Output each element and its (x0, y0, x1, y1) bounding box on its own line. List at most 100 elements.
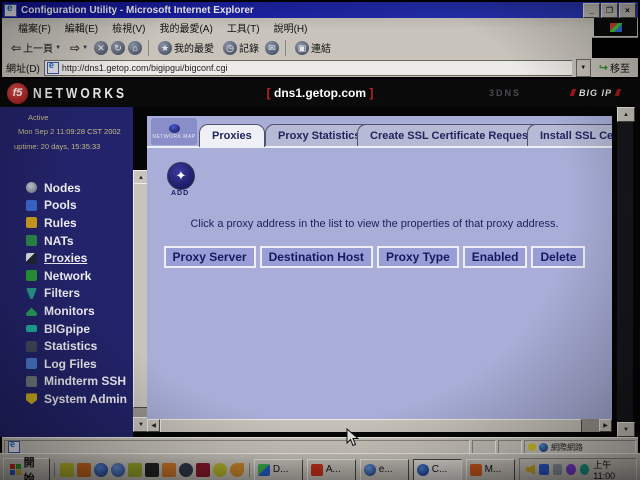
forward-button[interactable]: ⇨ ▼ (67, 40, 91, 56)
forward-dropdown-icon[interactable]: ▼ (82, 45, 88, 51)
home-button[interactable]: ⌂ (128, 41, 142, 55)
links-button[interactable]: ▣ 連結 (292, 39, 334, 56)
back-button[interactable]: ⇦ 上一頁 ▼ (8, 39, 64, 56)
sidebar-item-system-admin[interactable]: System Admin (26, 390, 127, 408)
address-dropdown-icon[interactable]: ▼ (576, 59, 591, 77)
back-dropdown-icon[interactable]: ▼ (55, 45, 61, 51)
tray-app-icon[interactable] (580, 464, 590, 475)
sidebar-scrollbar[interactable]: ▲ ▼ (133, 170, 147, 432)
taskbar-window-button[interactable]: M... (466, 459, 515, 480)
scroll-down-icon[interactable]: ▼ (617, 422, 635, 437)
links-icon: ▣ (295, 41, 309, 55)
sidebar-item-pools[interactable]: Pools (26, 197, 127, 215)
menu-edit[interactable]: 編輯(E) (59, 18, 104, 37)
taskbar-window-button[interactable]: D... (254, 459, 303, 480)
sidebar-item-network[interactable]: Network (26, 267, 127, 285)
quicklaunch-icon[interactable] (230, 463, 244, 477)
menu-tools[interactable]: 工具(T) (221, 18, 266, 37)
toolbar-separator (285, 40, 286, 56)
quicklaunch-icon[interactable] (77, 463, 91, 477)
quicklaunch-icon[interactable] (128, 463, 142, 477)
quicklaunch-icon[interactable] (162, 463, 176, 477)
f5-logo: f5 (7, 83, 28, 104)
bigip-label: BIG IP (571, 88, 620, 98)
horizontal-scrollbar-thumb[interactable] (160, 419, 582, 432)
scroll-up-icon[interactable]: ▲ (617, 107, 635, 122)
menu-view[interactable]: 檢視(V) (106, 18, 151, 37)
sidebar-item-mindterm-ssh[interactable]: Mindterm SSH (26, 373, 127, 391)
menu-help[interactable]: 說明(H) (268, 18, 314, 37)
mindterm-ssh-icon (26, 376, 37, 387)
favorites-button[interactable]: ★ 我的最愛 (155, 39, 217, 56)
task-app-icon (258, 464, 270, 476)
sidebar-item-proxies[interactable]: Proxies (26, 249, 127, 267)
go-button[interactable]: ↪ 移至 (595, 60, 634, 75)
column-header-proxy-server[interactable]: Proxy Server (164, 246, 256, 268)
scroll-left-icon[interactable]: ◀ (147, 419, 160, 432)
sidebar-item-rules[interactable]: Rules (26, 214, 127, 232)
sidebar-item-log-files[interactable]: Log Files (26, 355, 127, 373)
column-header-destination-host[interactable]: Destination Host (260, 246, 373, 268)
taskbar-window-button[interactable]: e... (360, 459, 409, 480)
tab-install-ssl-certificate[interactable]: Install SSL Certif (527, 124, 612, 147)
taskbar-window-button-active[interactable]: C... (413, 459, 462, 480)
toolbar-separator (148, 40, 149, 56)
network-map-button[interactable]: NETWORK MAP (151, 118, 197, 145)
mail-button[interactable]: ✉ (265, 41, 279, 55)
status-state: Active (28, 113, 48, 122)
sidebar-item-statistics[interactable]: Statistics (26, 337, 127, 355)
minimize-button[interactable]: _ (583, 3, 600, 18)
add-button[interactable]: ✦ (167, 162, 195, 190)
column-header-enabled[interactable]: Enabled (463, 246, 528, 268)
ie-document-icon (4, 4, 17, 17)
volume-icon[interactable] (526, 464, 536, 475)
quicklaunch-icon[interactable] (111, 463, 125, 477)
internet-globe-icon (539, 443, 548, 452)
sidebar-item-filters[interactable]: Filters (26, 285, 127, 303)
menu-favorites[interactable]: 我的最愛(A) (153, 18, 218, 37)
sidebar-item-bigpipe[interactable]: BIGpipe (26, 320, 127, 338)
column-header-delete[interactable]: Delete (531, 246, 585, 268)
column-header-proxy-type[interactable]: Proxy Type (377, 246, 459, 268)
address-input[interactable]: http://dns1.getop.com/bigipgui/bigconf.c… (44, 60, 572, 76)
scroll-right-icon[interactable]: ▶ (599, 419, 612, 432)
status-page-icon (8, 441, 20, 453)
taskbar-clock[interactable]: 上午 11:00 (593, 458, 630, 480)
history-button[interactable]: ◷ 記錄 (220, 39, 262, 56)
sidebar: Active Mon Sep 2 11:09:28 CST 2002 uptim… (0, 107, 133, 437)
start-button[interactable]: 開始 (3, 458, 50, 480)
tab-proxies[interactable]: Proxies (199, 124, 265, 147)
status-panel (498, 440, 522, 454)
maximize-button[interactable]: ❐ (601, 3, 618, 18)
menu-bar: 檔案(F) 編輯(E) 檢視(V) 我的最愛(A) 工具(T) 說明(H) (2, 18, 638, 38)
quicklaunch-icon[interactable] (60, 463, 74, 477)
stop-button[interactable]: ✕ (94, 41, 108, 55)
sidebar-item-nats[interactable]: NATs (26, 232, 127, 250)
quicklaunch-icon[interactable] (196, 463, 210, 477)
nodes-icon (26, 182, 37, 193)
tray-message-icon[interactable] (539, 464, 549, 475)
close-button[interactable]: × (619, 3, 636, 18)
bigpipe-icon (26, 325, 37, 332)
window-vertical-scrollbar[interactable]: ▲ ▼ (617, 107, 633, 437)
sidebar-item-monitors[interactable]: Monitors (26, 302, 127, 320)
statistics-icon (26, 341, 37, 352)
status-panel (472, 440, 496, 454)
refresh-button[interactable]: ↻ (111, 41, 125, 55)
system-admin-icon (26, 393, 37, 404)
address-label: 網址(D) (6, 60, 40, 75)
quicklaunch-icon[interactable] (213, 463, 227, 477)
tab-create-ssl-certificate-request[interactable]: Create SSL Certificate Request (357, 124, 545, 147)
display-settings-icon[interactable] (553, 464, 563, 475)
content-horizontal-scrollbar[interactable]: ◀ ▶ (147, 419, 612, 432)
taskbar-window-button[interactable]: A... (307, 459, 356, 480)
dns3-label: 3DNS (489, 88, 521, 98)
window-titlebar[interactable]: Configuration Utility - Microsoft Intern… (2, 2, 638, 18)
tray-app-icon[interactable] (566, 464, 576, 475)
menu-file[interactable]: 檔案(F) (12, 18, 57, 37)
quicklaunch-icon[interactable] (145, 463, 159, 477)
zone-label: 網際網路 (551, 442, 583, 453)
sidebar-item-nodes[interactable]: Nodes (26, 179, 127, 197)
quicklaunch-icon[interactable] (179, 463, 193, 477)
quicklaunch-icon[interactable] (94, 463, 108, 477)
